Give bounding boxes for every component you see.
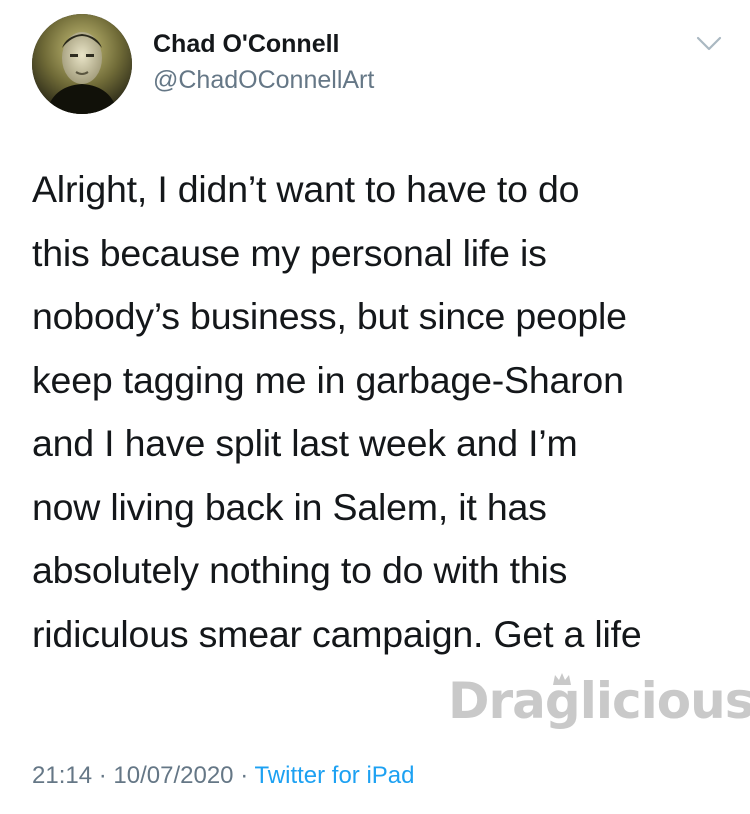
watermark-logo: Draglicious — [446, 672, 750, 754]
chevron-down-icon[interactable] — [696, 35, 722, 53]
separator: · — [240, 762, 249, 789]
crown-icon — [553, 673, 571, 685]
tweet-card: Chad O'Connell @ChadOConnellArt Alright,… — [0, 0, 750, 814]
tweet-time: 21:14 — [32, 762, 93, 789]
author-handle[interactable]: @ChadOConnellArt — [153, 66, 374, 95]
tweet-source-link[interactable]: Twitter for iPad — [254, 762, 414, 789]
avatar[interactable] — [32, 14, 132, 114]
separator: · — [98, 762, 107, 789]
tweet-text: Alright, I didn’t want to have to do thi… — [32, 168, 642, 655]
tweet-date: 10/07/2020 — [113, 762, 234, 789]
author-name[interactable]: Chad O'Connell — [153, 30, 340, 59]
watermark-text: Draglicious — [448, 672, 750, 730]
tweet-meta: 21:14 · 10/07/2020 · Twitter for iPad — [32, 762, 415, 790]
avatar-photo — [32, 14, 132, 114]
